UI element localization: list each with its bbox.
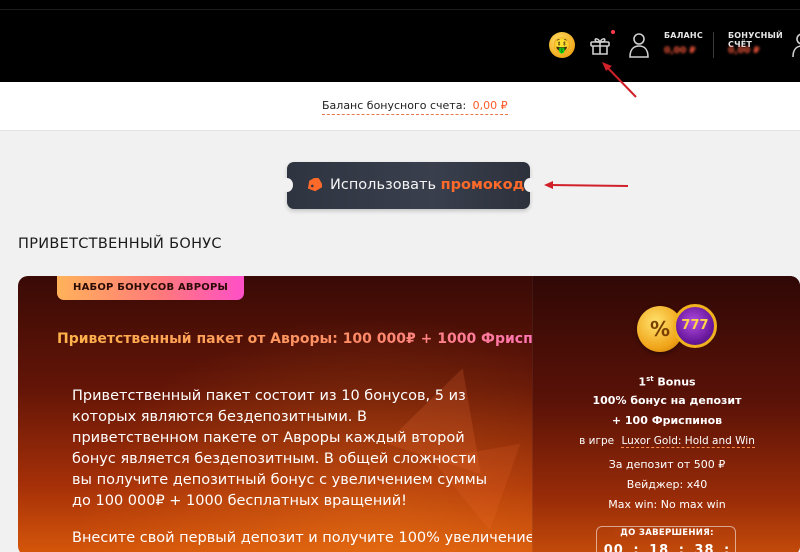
timer-digits: 00 : 18 : 38 : 32	[603, 543, 731, 552]
min-deposit: За депозит от 500 ₽	[608, 458, 726, 471]
header-separator	[713, 32, 714, 58]
arrow-to-promo	[549, 184, 629, 187]
slot-777-icon: 777	[673, 304, 717, 348]
bonus-balance-value: 0,00 ₽	[472, 99, 508, 112]
bonus-balance-label: Баланс бонусного счета:	[322, 99, 467, 112]
game-prefix: в игре	[579, 435, 615, 447]
profile-icon[interactable]	[792, 31, 800, 59]
card-description: Приветственный пакет состоит из 10 бонус…	[72, 388, 488, 509]
header-divider	[0, 9, 800, 10]
bonus-balance-link[interactable]: Баланс бонусного счета: 0,00 ₽	[322, 99, 508, 115]
game-link[interactable]: Luxor Gold: Hold and Win	[621, 435, 755, 448]
bonus-set-badge: НАБОР БОНУСОВ АВРОРЫ	[57, 276, 245, 300]
bonus-balance-bar: Баланс бонусного счета: 0,00 ₽	[0, 82, 800, 131]
countdown-timer: ДО ЗАВЕРШЕНИЯ: 00 : 18 : 38 : 32	[596, 526, 736, 552]
welcome-bonus-card: НАБОР БОНУСОВ АВРОРЫ Приветственный паке…	[18, 276, 800, 552]
offer-panel: % 777 1st Bonus 100% бонус на депозит + …	[532, 276, 800, 552]
avatar-emoji-icon[interactable]: 🤑	[549, 32, 575, 58]
bonus-account-value: 0,00 ₽	[728, 46, 760, 56]
offer-game: в игре Luxor Gold: Hold and Win	[533, 435, 800, 448]
max-win: Max win: No max win	[608, 498, 726, 511]
wager: Вейджер: x40	[626, 478, 708, 491]
offer-line-1: 100% бонус на депозит	[592, 394, 742, 407]
tag-icon	[307, 178, 322, 192]
gift-icon[interactable]	[588, 33, 612, 57]
top-header: 🤑 БАЛАНС 0,00 ₽ БОНУСНЫЙ СЧЁТ 0,00 ₽	[0, 0, 800, 82]
timer-label: ДО ЗАВЕРШЕНИЯ:	[615, 528, 719, 538]
balance-label: БАЛАНС	[664, 31, 703, 40]
bonus-word: Bonus	[657, 375, 696, 389]
promocode-highlight: промокод	[440, 177, 525, 193]
ticket-notch-right	[524, 178, 536, 192]
bonus-number: 1st Bonus	[533, 375, 800, 389]
promocode-button-label: Использовать промокод	[330, 177, 524, 193]
card-description-2: Внесите свой первый депозит и получите 1…	[72, 530, 535, 546]
balance-value: 0,00 ₽	[664, 46, 696, 56]
card-subtitle: Приветственный пакет от Авроры: 100 000₽…	[57, 331, 578, 347]
section-title: ПРИВЕТСТВЕННЫЙ БОНУС	[18, 236, 222, 252]
user-icon[interactable]	[627, 31, 651, 59]
promocode-text: Использовать	[330, 177, 436, 193]
notification-dot	[611, 30, 615, 34]
ticket-notch-left	[281, 178, 293, 192]
offer-line-2: + 100 Фриспинов	[611, 414, 723, 427]
bonus-number-suffix: st	[646, 375, 654, 383]
bonus-number-value: 1	[638, 375, 647, 389]
